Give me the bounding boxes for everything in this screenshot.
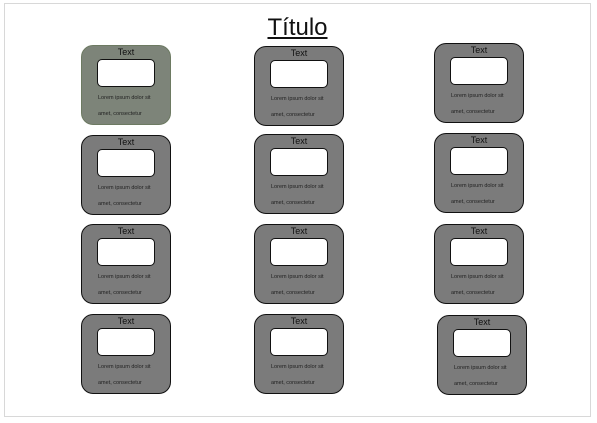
card-image-placeholder (270, 148, 328, 176)
card[interactable]: Text Lorem ipsum dolor sit amet, consect… (81, 45, 171, 125)
card[interactable]: Text Lorem ipsum dolor sit amet, consect… (434, 133, 524, 213)
card-text: Lorem ipsum dolor sit amet, consectetur (451, 274, 504, 296)
card[interactable]: Text Lorem ipsum dolor sit amet, consect… (254, 224, 344, 304)
card-text: Lorem ipsum dolor sit amet, consectetur (98, 274, 151, 296)
card-image-placeholder (453, 329, 511, 357)
card-text: Lorem ipsum dolor sit amet, consectetur (271, 274, 324, 296)
card-text: Lorem ipsum dolor sit amet, consectetur (271, 96, 324, 118)
card-grid: Text Lorem ipsum dolor sit amet, consect… (5, 4, 590, 416)
card-text: Lorem ipsum dolor sit amet, consectetur (98, 364, 151, 386)
card[interactable]: Text Lorem ipsum dolor sit amet, consect… (254, 314, 344, 394)
card-title: Text (290, 226, 308, 236)
card[interactable]: Text Lorem ipsum dolor sit amet, consect… (81, 314, 171, 394)
canvas: Título Text Lorem ipsum dolor sit amet, … (4, 3, 591, 417)
card-image-placeholder (270, 238, 328, 266)
card-title: Text (290, 136, 308, 146)
card-image-placeholder (97, 59, 155, 87)
card-text: Lorem ipsum dolor sit amet, consectetur (98, 95, 151, 117)
card[interactable]: Text Lorem ipsum dolor sit amet, consect… (437, 315, 527, 395)
card-image-placeholder (270, 328, 328, 356)
card-title: Text (117, 137, 135, 147)
card-title: Text (290, 48, 308, 58)
card-title: Text (290, 316, 308, 326)
card-text: Lorem ipsum dolor sit amet, consectetur (98, 185, 151, 207)
card-image-placeholder (97, 238, 155, 266)
card[interactable]: Text Lorem ipsum dolor sit amet, consect… (254, 46, 344, 126)
card-image-placeholder (97, 149, 155, 177)
card-image-placeholder (270, 60, 328, 88)
card-image-placeholder (450, 57, 508, 85)
card[interactable]: Text Lorem ipsum dolor sit amet, consect… (81, 224, 171, 304)
card[interactable]: Text Lorem ipsum dolor sit amet, consect… (81, 135, 171, 215)
card-title: Text (473, 317, 491, 327)
card-title: Text (470, 45, 488, 55)
card-title: Text (117, 316, 135, 326)
card[interactable]: Text Lorem ipsum dolor sit amet, consect… (254, 134, 344, 214)
card-title: Text (117, 47, 135, 57)
card-text: Lorem ipsum dolor sit amet, consectetur (271, 184, 324, 206)
card-title: Text (470, 226, 488, 236)
card-image-placeholder (450, 238, 508, 266)
card[interactable]: Text Lorem ipsum dolor sit amet, consect… (434, 43, 524, 123)
card-title: Text (117, 226, 135, 236)
card-image-placeholder (450, 147, 508, 175)
card-text: Lorem ipsum dolor sit amet, consectetur (271, 364, 324, 386)
card-text: Lorem ipsum dolor sit amet, consectetur (451, 93, 504, 115)
card-image-placeholder (97, 328, 155, 356)
card-title: Text (470, 135, 488, 145)
card[interactable]: Text Lorem ipsum dolor sit amet, consect… (434, 224, 524, 304)
card-text: Lorem ipsum dolor sit amet, consectetur (451, 183, 504, 205)
card-text: Lorem ipsum dolor sit amet, consectetur (454, 365, 507, 387)
